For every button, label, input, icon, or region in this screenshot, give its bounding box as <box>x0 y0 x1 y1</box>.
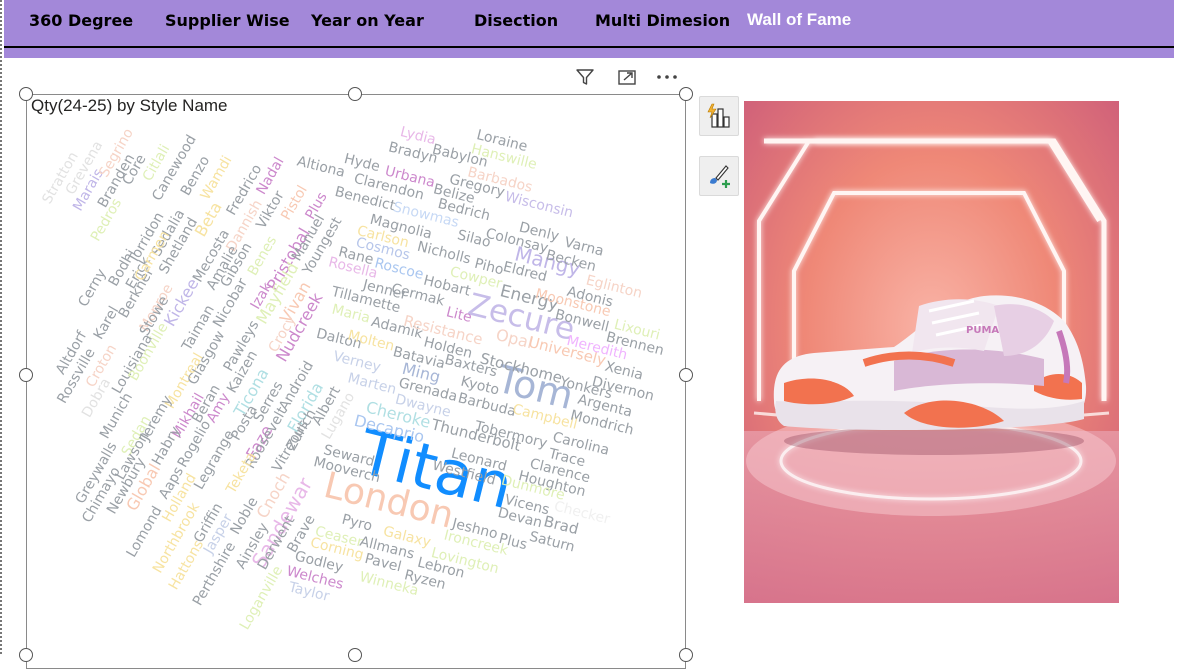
sneaker-photo: PUMA <box>744 101 1119 603</box>
resize-handle-top-right[interactable] <box>679 87 693 101</box>
resize-handle-top-center[interactable] <box>348 87 362 101</box>
resize-handle-bottom-right[interactable] <box>679 648 693 662</box>
wordcloud-word[interactable]: Wisconsin <box>503 189 575 221</box>
resize-handle-top-left[interactable] <box>19 87 33 101</box>
build-visual-icon <box>707 103 730 128</box>
visual-title: Qty(24-25) by Style Name <box>31 96 228 115</box>
wordcloud-word[interactable]: Marten <box>346 370 398 397</box>
sneaker-illustration: PUMA <box>744 101 1119 603</box>
resize-handle-bottom-center[interactable] <box>348 648 362 662</box>
nav-tab-wall-of-fame[interactable]: Wall of Fame <box>747 10 851 30</box>
format-visual-button[interactable] <box>699 156 739 196</box>
resize-handle-bottom-left[interactable] <box>19 648 33 662</box>
build-visual-button[interactable] <box>699 96 739 136</box>
shoe-brand-text: PUMA <box>966 325 999 336</box>
resize-handle-middle-left[interactable] <box>19 368 33 382</box>
format-visual-icon <box>710 165 730 188</box>
wordcloud-word[interactable]: Loganville <box>237 563 286 633</box>
wordcloud-word[interactable]: Karel <box>91 304 123 343</box>
resize-handle-middle-right[interactable] <box>679 368 693 382</box>
wordcloud-word[interactable]: Cerny <box>75 266 109 310</box>
wordcloud-word[interactable]: Pedros <box>88 196 125 245</box>
wordcloud-word[interactable]: Teketa <box>223 449 260 497</box>
wordcloud-word[interactable]: Altiona <box>295 153 346 180</box>
